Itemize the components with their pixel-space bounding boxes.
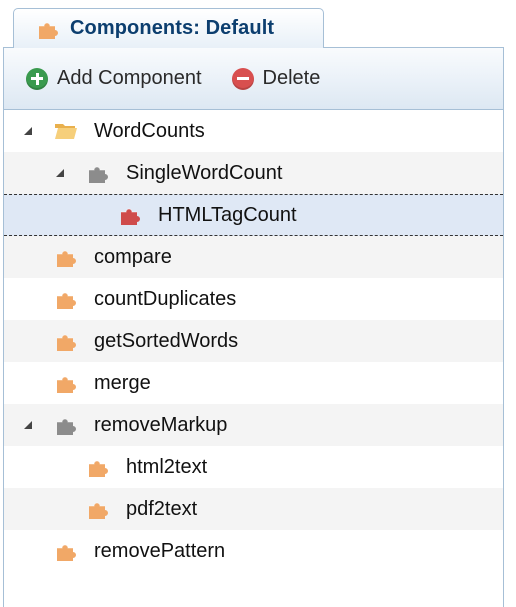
tree-item-label: merge: [94, 372, 151, 394]
delete-button[interactable]: Delete: [231, 67, 321, 90]
expanded-arrow-icon[interactable]: [24, 127, 32, 135]
puzzle-orange-icon: [86, 455, 110, 479]
delete-label: Delete: [262, 67, 321, 89]
puzzle-orange-icon: [54, 287, 78, 311]
puzzle-orange-icon: [54, 329, 78, 353]
expanded-arrow-icon[interactable]: [56, 169, 64, 177]
tab-title: Components: Default: [70, 17, 275, 39]
puzzle-gray-icon: [54, 413, 78, 437]
puzzle-icon: [36, 17, 60, 41]
tree-row-countduplicates[interactable]: countDuplicates: [4, 278, 503, 320]
add-component-button[interactable]: Add Component: [26, 67, 202, 90]
expanded-arrow-icon[interactable]: [24, 421, 32, 429]
puzzle-orange-icon: [86, 497, 110, 521]
tree-row-compare[interactable]: compare: [4, 236, 503, 278]
puzzle-gray-icon: [86, 161, 110, 185]
tree-row-removepattern[interactable]: removePattern: [4, 530, 503, 572]
puzzle-orange-icon: [54, 245, 78, 269]
components-panel: Add Component Delete WordCounts SingleWo…: [3, 47, 504, 607]
tree-row-singlewordcount[interactable]: SingleWordCount: [4, 152, 503, 194]
folder-icon: [55, 124, 77, 139]
component-tree: WordCounts SingleWordCount HTMLTagCount …: [4, 110, 503, 572]
components-tab[interactable]: Components: Default: [13, 8, 324, 48]
tree-row-getsortedwords[interactable]: getSortedWords: [4, 320, 503, 362]
tree-item-label: WordCounts: [94, 120, 205, 142]
tree-item-label: html2text: [126, 456, 208, 478]
tree-item-label: removeMarkup: [94, 414, 228, 436]
tree-item-label: countDuplicates: [94, 288, 237, 310]
tree-row-htmltagcount[interactable]: HTMLTagCount: [4, 194, 503, 236]
minus-circle-icon: [231, 67, 254, 90]
tree-item-label: removePattern: [94, 540, 226, 562]
puzzle-orange-icon: [54, 539, 78, 563]
puzzle-orange-icon: [54, 371, 78, 395]
tree-item-label: HTMLTagCount: [158, 204, 297, 226]
add-component-label: Add Component: [57, 67, 202, 89]
tree-item-label: SingleWordCount: [126, 162, 283, 184]
tree-item-label: pdf2text: [126, 498, 198, 520]
tree-row-merge[interactable]: merge: [4, 362, 503, 404]
tree-item-label: getSortedWords: [94, 330, 239, 352]
toolbar: Add Component Delete: [4, 48, 503, 110]
puzzle-red-icon: [118, 203, 142, 227]
tree-row-wordcounts[interactable]: WordCounts: [4, 110, 503, 152]
tree-row-removemarkup[interactable]: removeMarkup: [4, 404, 503, 446]
tree-row-html2text[interactable]: html2text: [4, 446, 503, 488]
tree-row-pdf2text[interactable]: pdf2text: [4, 488, 503, 530]
tree-item-label: compare: [94, 246, 172, 268]
plus-circle-icon: [26, 67, 48, 90]
